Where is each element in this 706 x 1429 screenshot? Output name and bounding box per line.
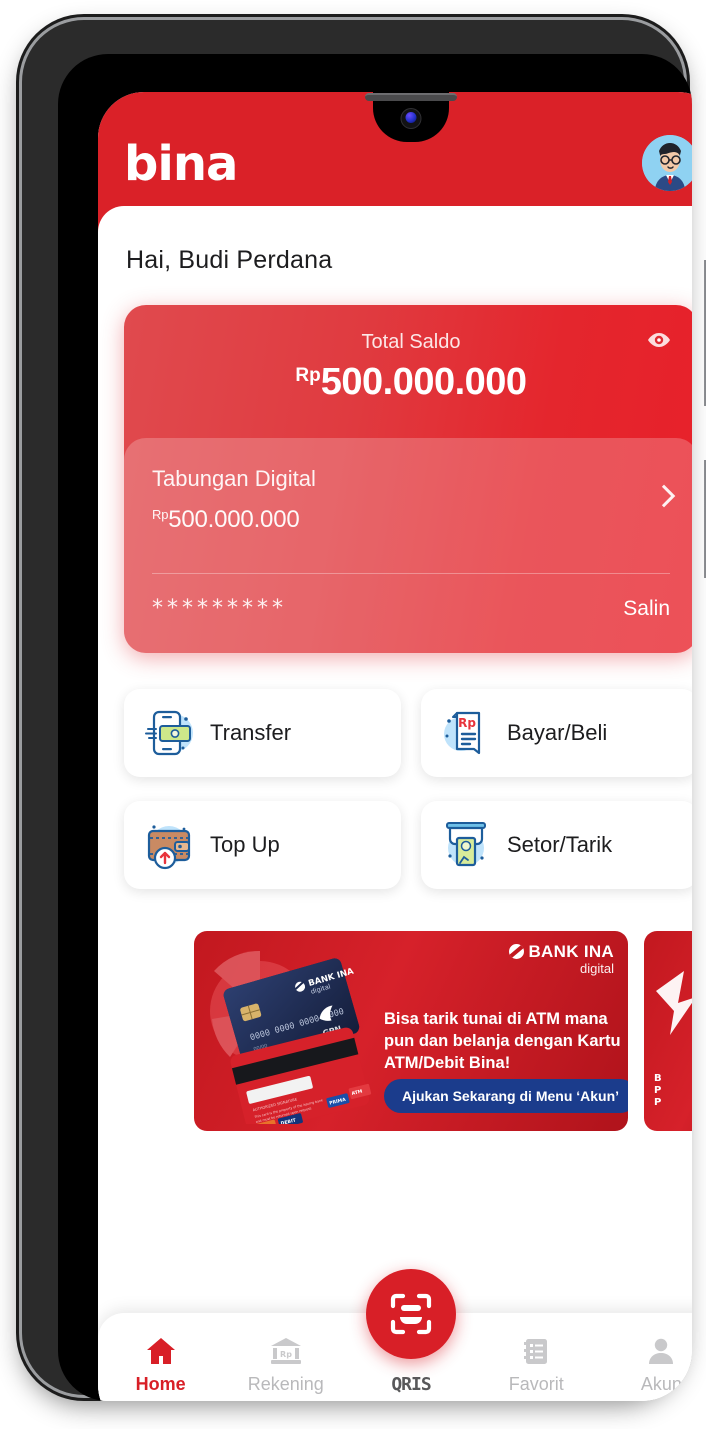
bank-icon: Rp bbox=[269, 1333, 303, 1369]
bank-name: BANK INA bbox=[528, 942, 614, 961]
total-balance-amount: Rp500.000.000 bbox=[124, 361, 692, 404]
app-logo: bina bbox=[124, 136, 238, 192]
divider bbox=[152, 573, 670, 574]
nav-item-favorit[interactable]: Favorit bbox=[474, 1333, 599, 1395]
quick-action-setor-tarik[interactable]: Setor/Tarik bbox=[421, 801, 692, 889]
nav-item-akun[interactable]: Akun bbox=[599, 1333, 692, 1395]
svg-text:B: B bbox=[654, 1073, 662, 1084]
phone-screen: bina Hai, Budi Perdana Total Saldo Rp500… bbox=[98, 92, 692, 1401]
account-amount: Rp500.000.000 bbox=[152, 506, 670, 534]
atm-cash-icon bbox=[439, 818, 493, 872]
nav-label: Favorit bbox=[508, 1374, 564, 1394]
account-currency-symbol: Rp bbox=[152, 507, 169, 522]
bottom-navigation: Home Rp Rekening QRIS Favorit Akun bbox=[98, 1269, 692, 1401]
nav-label: Akun bbox=[640, 1374, 682, 1394]
bank-subtitle: digital bbox=[580, 961, 614, 976]
debit-cards-illustration: 0000 0000 0000 0000 00/00 BANK INA digit… bbox=[210, 950, 372, 1124]
screenshot-stage: bina Hai, Budi Perdana Total Saldo Rp500… bbox=[0, 0, 706, 1429]
account-panel[interactable]: Tabungan Digital Rp500.000.000 *********… bbox=[124, 438, 692, 653]
nav-item-rekening[interactable]: Rp Rekening bbox=[223, 1333, 348, 1395]
eye-icon[interactable] bbox=[646, 331, 672, 349]
balance-value: 500.000.000 bbox=[320, 361, 527, 403]
qr-scan-button[interactable] bbox=[366, 1269, 456, 1359]
quick-actions-grid: Transfer Rp Bayar/Beli Top Up Setor/Tari… bbox=[124, 689, 692, 889]
promo-cta-button[interactable]: Ajukan Sekarang di Menu ‘Akun’ bbox=[384, 1079, 628, 1113]
nav-item-qris[interactable]: QRIS bbox=[348, 1269, 473, 1395]
promo-carousel: 0000 0000 0000 0000 00/00 BANK INA digit… bbox=[98, 931, 692, 1131]
promo-banner[interactable]: 0000 0000 0000 0000 00/00 BANK INA digit… bbox=[194, 931, 628, 1131]
wallet-topup-icon bbox=[142, 818, 196, 872]
quick-action-bayar-beli[interactable]: Rp Bayar/Beli bbox=[421, 689, 692, 777]
total-balance-label: Total Saldo bbox=[361, 331, 461, 353]
nav-label: Rekening bbox=[247, 1374, 324, 1394]
nav-label: QRIS bbox=[391, 1374, 431, 1395]
quick-action-label: Setor/Tarik bbox=[507, 832, 613, 857]
bank-ina-logo: BANK INA digital bbox=[509, 943, 614, 975]
bill-payment-icon: Rp bbox=[439, 706, 493, 760]
qr-scan-icon bbox=[390, 1293, 432, 1335]
content-sheet: Hai, Budi Perdana Total Saldo Rp500.000.… bbox=[98, 206, 692, 1401]
svg-text:Rp: Rp bbox=[280, 1350, 292, 1359]
svg-text:Rp: Rp bbox=[458, 716, 476, 730]
bank-mark-icon bbox=[509, 944, 525, 959]
quick-action-transfer[interactable]: Transfer bbox=[124, 689, 401, 777]
phone-frame: bina Hai, Budi Perdana Total Saldo Rp500… bbox=[22, 20, 706, 1401]
nav-label: Home bbox=[135, 1374, 186, 1394]
transfer-icon bbox=[142, 706, 196, 760]
account-name: Tabungan Digital bbox=[152, 466, 316, 491]
page-title: Hai, Budi Perdana bbox=[126, 246, 333, 274]
promo-banner-next[interactable]: B P P bbox=[644, 931, 692, 1131]
quick-action-label: Transfer bbox=[210, 720, 292, 745]
account-balance-value: 500.000.000 bbox=[168, 506, 300, 533]
currency-symbol: Rp bbox=[295, 365, 321, 386]
home-icon bbox=[145, 1333, 177, 1369]
phone-bezel: bina Hai, Budi Perdana Total Saldo Rp500… bbox=[58, 54, 692, 1401]
account-number-masked: ********* bbox=[152, 596, 287, 621]
person-icon bbox=[646, 1333, 676, 1369]
quick-action-top-up[interactable]: Top Up bbox=[124, 801, 401, 889]
quick-action-label: Top Up bbox=[210, 832, 280, 857]
copy-account-button[interactable]: Salin bbox=[623, 597, 670, 621]
quick-action-label: Bayar/Beli bbox=[507, 720, 608, 745]
nav-item-home[interactable]: Home bbox=[98, 1333, 223, 1395]
list-icon bbox=[521, 1333, 551, 1369]
svg-text:P: P bbox=[654, 1085, 661, 1096]
balance-card[interactable]: Total Saldo Rp500.000.000 Tabungan Digit… bbox=[124, 305, 692, 653]
promo-headline: Bisa tarik tunai di ATM mana pun dan bel… bbox=[384, 1010, 621, 1072]
svg-text:P: P bbox=[654, 1097, 661, 1108]
avatar[interactable] bbox=[642, 135, 692, 191]
